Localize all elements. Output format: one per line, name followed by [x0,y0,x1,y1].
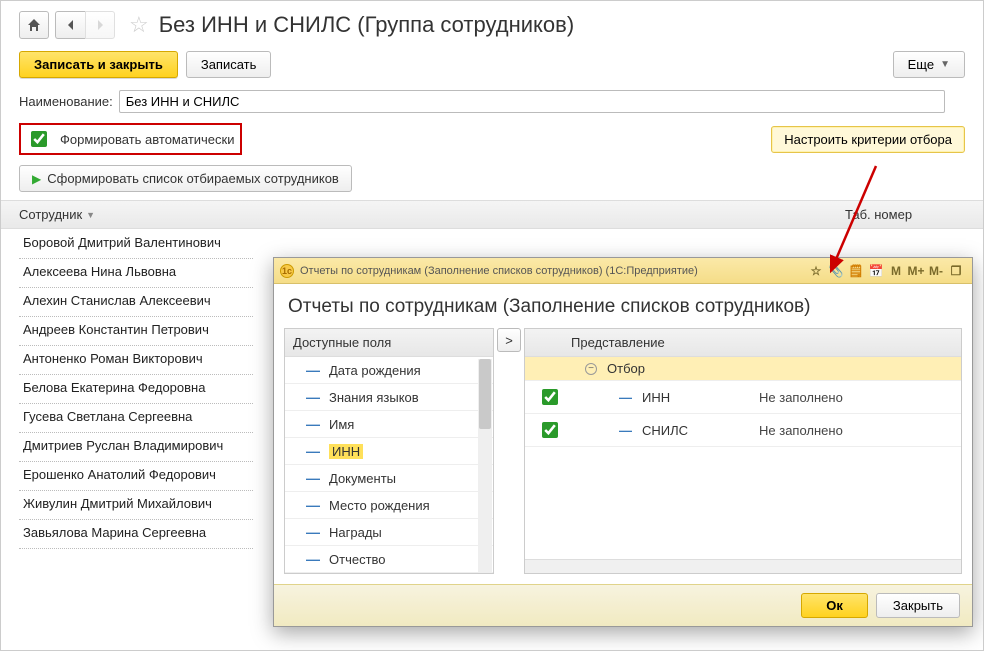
available-field-label: ИНН [329,444,363,459]
mem-mminus-button[interactable]: M- [926,264,946,278]
table-row[interactable]: Боровой Дмитрий Валентинович [19,233,253,259]
filter-value-label: Не заполнено [759,390,957,405]
filter-category-label: Отбор [607,361,645,376]
popup-footer: Ок Закрыть [274,584,972,626]
popup-title-text: Отчеты по сотрудникам (Заполнение списко… [300,265,806,277]
calc-icon[interactable]: 🗒 [846,264,866,278]
generate-list-label: Сформировать список отбираемых сотрудник… [47,171,339,186]
filter-row[interactable]: — СНИЛС Не заполнено [525,414,961,447]
available-field-row[interactable]: — ИНН [285,438,493,465]
table-row[interactable]: Дмитриев Руслан Владимирович [19,433,253,462]
auto-generate-highlight: Формировать автоматически [19,123,242,155]
mem-m-button[interactable]: M [886,264,906,278]
close-button[interactable]: Закрыть [876,593,960,618]
add-field-button[interactable]: > [497,328,521,352]
field-icon: — [619,390,632,405]
save-button[interactable]: Записать [186,51,272,78]
auto-generate-checkbox[interactable] [31,131,47,147]
configure-criteria-button[interactable]: Настроить критерии отбора [771,126,965,153]
available-field-row[interactable]: — Имя [285,411,493,438]
save-and-close-button[interactable]: Записать и закрыть [19,51,178,78]
filter-row-checkbox[interactable] [542,389,558,405]
col-header-tab-number[interactable]: Таб. номер [845,207,965,222]
popup-titlebar[interactable]: 1c Отчеты по сотрудникам (Заполнение спи… [274,258,972,284]
home-button[interactable] [19,11,49,39]
available-field-label: Имя [329,417,354,432]
field-icon: — [619,423,632,438]
name-input[interactable] [119,90,945,113]
more-button[interactable]: Еще ▼ [893,51,965,78]
app-logo-icon: 1c [280,264,294,278]
nav-forward-button[interactable] [85,11,115,39]
favorite-star-icon[interactable]: ☆ [129,12,149,38]
attach-icon[interactable]: 📎 [826,264,846,278]
filter-row-checkbox[interactable] [542,422,558,438]
auto-generate-label: Формировать автоматически [60,132,234,147]
field-icon: — [305,416,321,432]
top-toolbar: ☆ Без ИНН и СНИЛС (Группа сотрудников) [1,1,983,43]
play-icon: ▶ [32,172,41,186]
available-field-row[interactable]: — Дата рождения [285,357,493,384]
table-row[interactable]: Белова Екатерина Федоровна [19,375,253,404]
generate-list-button[interactable]: ▶ Сформировать список отбираемых сотрудн… [19,165,352,192]
mem-mplus-button[interactable]: M+ [906,264,926,278]
field-icon: — [305,470,321,486]
table-row[interactable]: Алехин Станислав Алексеевич [19,288,253,317]
available-field-row[interactable]: — Документы [285,465,493,492]
available-fields-panel: Доступные поля — Дата рождения — Знания язы… [284,328,494,574]
field-icon: — [305,389,321,405]
available-field-label: Знания языков [329,390,419,405]
table-row[interactable]: Алексеева Нина Львовна [19,259,253,288]
field-icon: — [305,443,321,459]
ok-button[interactable]: Ок [801,593,868,618]
available-field-label: Награды [329,525,382,540]
available-fields-header: Доступные поля [285,329,493,357]
more-button-label: Еще [908,57,934,72]
filter-field-label: ИНН [642,390,670,405]
table-row[interactable]: Ерошенко Анатолий Федорович [19,462,253,491]
available-field-row[interactable]: — Награды [285,519,493,546]
favorite-icon[interactable]: ☆ [806,264,826,278]
employee-list: Боровой Дмитрий ВалентиновичАлексеева Ни… [1,229,271,553]
collapse-icon[interactable]: − [585,363,597,375]
nav-back-button[interactable] [55,11,85,39]
available-fields-list[interactable]: — Дата рождения — Знания языков — Имя — ИНН — Док… [285,357,493,573]
filter-panel: Представление − Отбор — ИНН Не заполнено — С… [524,328,962,574]
available-field-row[interactable]: — Место рождения [285,492,493,519]
field-icon: — [305,551,321,567]
caret-down-icon: ▼ [940,59,950,70]
page-title: Без ИНН и СНИЛС (Группа сотрудников) [159,12,574,38]
filter-field-label: СНИЛС [642,423,688,438]
col-header-employee[interactable]: Сотрудник ▼ [19,207,845,222]
filter-category-row[interactable]: − Отбор [525,357,961,381]
table-row[interactable]: Антоненко Роман Викторович [19,346,253,375]
available-field-label: Дата рождения [329,363,421,378]
name-field-row: Наименование: [1,86,983,117]
table-row[interactable]: Андреев Константин Петрович [19,317,253,346]
sort-caret-icon: ▼ [86,210,95,220]
calendar-icon[interactable]: 📅 [866,264,886,278]
scrollbar[interactable] [478,359,492,572]
table-row[interactable]: Гусева Светлана Сергеевна [19,404,253,433]
filter-row[interactable]: — ИНН Не заполнено [525,381,961,414]
col-header-representation[interactable]: Представление [565,329,755,356]
available-field-label: Документы [329,471,396,486]
filter-body: − Отбор — ИНН Не заполнено — СНИЛС Не заполне… [525,357,961,559]
table-row[interactable]: Живулин Дмитрий Михайлович [19,491,253,520]
available-field-row[interactable]: — Отчество [285,546,493,573]
field-icon: — [305,362,321,378]
available-field-row[interactable]: — Знания языков [285,384,493,411]
h-scrollbar[interactable] [525,559,961,573]
popup-heading: Отчеты по сотрудникам (Заполнение списко… [274,284,972,324]
filter-popup: 1c Отчеты по сотрудникам (Заполнение спи… [273,257,973,627]
table-row[interactable]: Завьялова Марина Сергеевна [19,520,253,549]
name-label: Наименование: [19,94,113,109]
field-icon: — [305,524,321,540]
field-icon: — [305,497,321,513]
window-restore-icon[interactable]: ❐ [946,264,966,278]
filter-value-label: Не заполнено [759,423,957,438]
command-bar: Записать и закрыть Записать Еще ▼ [1,43,983,86]
available-field-label: Место рождения [329,498,430,513]
available-field-label: Отчество [329,552,386,567]
